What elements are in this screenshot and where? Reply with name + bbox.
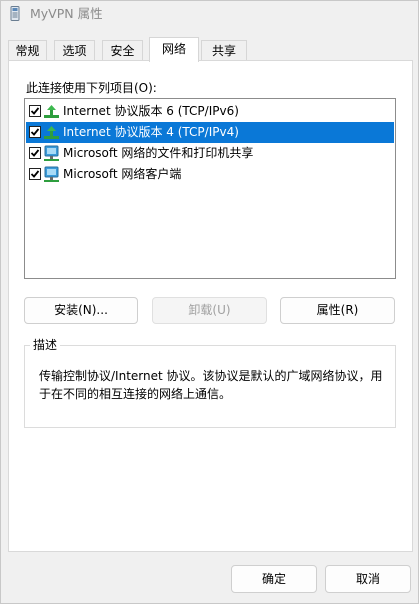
description-title: 描述: [30, 337, 61, 353]
item-checkbox[interactable]: [29, 147, 41, 159]
components-list[interactable]: Internet 协议版本 6 (TCP/IPv6) Internet 协议版本…: [24, 98, 396, 279]
list-item-selected[interactable]: Internet 协议版本 4 (TCP/IPv4): [26, 122, 394, 143]
cancel-button[interactable]: 取消: [325, 565, 411, 593]
tab-options[interactable]: 选项: [54, 40, 95, 60]
tab-sharing[interactable]: 共享: [201, 40, 247, 60]
tab-networking[interactable]: 网络: [149, 37, 199, 62]
item-checkbox[interactable]: [29, 126, 41, 138]
network-service-icon: [43, 145, 60, 162]
title-bar[interactable]: MyVPN 属性: [1, 1, 418, 27]
item-label: Microsoft 网络的文件和打印机共享: [63, 146, 254, 160]
components-label: 此连接使用下列项目(O):: [26, 81, 157, 95]
uninstall-button[interactable]: 卸载(U): [152, 297, 267, 324]
tab-general[interactable]: 常规: [8, 40, 47, 60]
network-protocol-icon: [43, 103, 60, 120]
item-checkbox[interactable]: [29, 168, 41, 180]
description-group: 描述 传输控制协议/Internet 协议。该协议是默认的广域网络协议，用于在不…: [24, 337, 396, 428]
list-item[interactable]: Microsoft 网络的文件和打印机共享: [26, 143, 394, 164]
item-checkbox[interactable]: [29, 105, 41, 117]
phone-book-app-icon: [10, 6, 20, 21]
ok-button[interactable]: 确定: [231, 565, 317, 593]
properties-dialog: MyVPN 属性 常规 选项 安全 网络 共享 此连接使用下列项目(O): In…: [0, 0, 419, 604]
networking-panel: 此连接使用下列项目(O): Internet 协议版本 6 (TCP/IPv6): [8, 60, 413, 552]
window-title: MyVPN 属性: [30, 6, 103, 21]
install-button[interactable]: 安装(N)...: [24, 297, 138, 324]
properties-button[interactable]: 属性(R): [280, 297, 395, 324]
item-label: Internet 协议版本 6 (TCP/IPv6): [63, 104, 239, 118]
network-protocol-icon: [43, 124, 60, 141]
tab-security[interactable]: 安全: [102, 40, 143, 60]
list-item[interactable]: Microsoft 网络客户端: [26, 164, 394, 185]
network-client-icon: [43, 166, 60, 183]
item-label: Internet 协议版本 4 (TCP/IPv4): [63, 125, 239, 139]
description-text: 传输控制协议/Internet 协议。该协议是默认的广域网络协议，用于在不同的相…: [39, 369, 383, 401]
list-item[interactable]: Internet 协议版本 6 (TCP/IPv6): [26, 101, 394, 122]
item-label: Microsoft 网络客户端: [63, 167, 182, 181]
